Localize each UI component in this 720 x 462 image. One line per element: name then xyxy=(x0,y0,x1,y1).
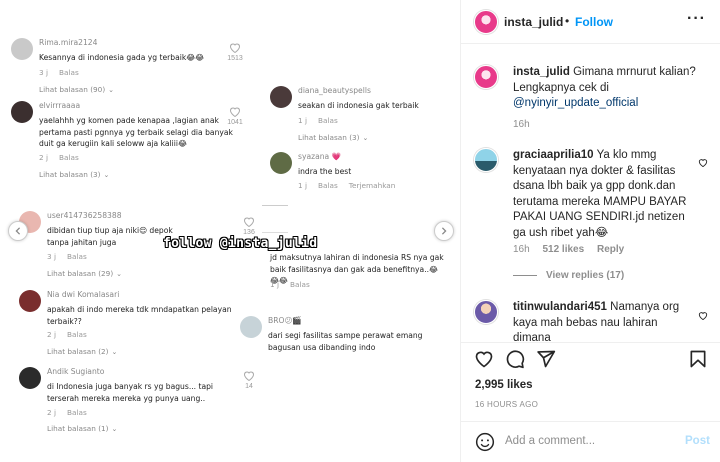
chevron-left-icon xyxy=(15,227,21,235)
caption: insta_julid Gimana mrnurut kalian? Lengk… xyxy=(513,65,708,112)
comment-author: diana_beautyspells xyxy=(298,86,371,95)
media-like-count: 136 xyxy=(239,216,259,236)
post-sidebar: insta_julid • Follow ··· insta_julid Gim… xyxy=(461,0,720,462)
media-like-count: 1041 xyxy=(225,106,245,126)
comment-meta: 1 j Balas xyxy=(270,280,310,289)
view-replies: Lihat balasan (90) xyxy=(39,85,114,94)
avatar xyxy=(270,152,292,174)
caption-avatar[interactable] xyxy=(474,65,498,89)
comment-text: apakah di indo mereka tdk mndapatkan pel… xyxy=(47,305,232,326)
comment-text: dari segi fasilitas sampe perawat emang … xyxy=(268,331,423,352)
comment-author: Nia dwi Komalasari xyxy=(47,290,120,299)
comment-meta: 2 j Balas xyxy=(47,408,87,417)
comment-username[interactable]: graciaaprilia10 xyxy=(513,149,594,161)
comment-avatar[interactable] xyxy=(474,300,498,324)
comment-meta: 16h 512 likes Reply xyxy=(513,244,634,255)
comment-username[interactable]: titinwulandari451 xyxy=(513,301,607,313)
watermark-text: follow @insta_julid xyxy=(163,236,318,251)
post-timestamp: 16 HOURS AGO xyxy=(475,400,539,409)
heart-icon[interactable] xyxy=(698,307,708,325)
avatar xyxy=(240,316,262,338)
comment-author: BRO😕🎬 xyxy=(268,316,302,325)
comment-meta: 1 j Balas Terjemahkan xyxy=(298,181,396,190)
comment-author: elvirrraaaa xyxy=(39,101,81,110)
comment-text: yaelahhh yg komen pade kenapaa ,lagian a… xyxy=(39,116,233,148)
comment: titinwulandari451 Namanya org kaya mah b… xyxy=(513,300,693,342)
media-like-count: 1513 xyxy=(225,42,245,62)
comment-time: 16h xyxy=(513,244,530,255)
caption-username[interactable]: insta_julid xyxy=(513,66,570,78)
comment-text: seakan di indonesia gak terbaik xyxy=(298,101,419,110)
comment-author: Rima.mira2124 xyxy=(39,38,98,47)
comment-author: Andik Sugianto xyxy=(47,367,105,376)
comment-meta: 1 j Balas xyxy=(298,116,338,125)
comment-likes[interactable]: 512 likes xyxy=(542,244,584,255)
divider xyxy=(262,205,288,206)
view-replies: Lihat balasan (2) xyxy=(47,347,117,356)
avatar xyxy=(11,38,33,60)
replies-divider xyxy=(513,275,537,276)
add-comment-input[interactable] xyxy=(505,435,675,447)
view-replies-button[interactable]: View replies (17) xyxy=(546,270,624,281)
comment-meta: 2 j Balas xyxy=(47,330,87,339)
comment-meta: 3 j Balas xyxy=(47,252,87,261)
comments-list: insta_julid Gimana mrnurut kalian? Lengk… xyxy=(461,44,720,342)
avatar xyxy=(270,86,292,108)
emoji-button[interactable] xyxy=(475,432,495,457)
bookmark-icon xyxy=(690,350,706,368)
comment-author: syazana 💗 xyxy=(298,152,342,161)
like-button[interactable] xyxy=(474,349,494,374)
view-replies: Lihat balasan (3) xyxy=(298,133,368,142)
share-icon xyxy=(537,350,556,368)
separator-dot: • xyxy=(565,14,570,28)
view-replies: Lihat balasan (29) xyxy=(47,269,122,278)
post-comment-button[interactable]: Post xyxy=(685,435,710,447)
media-like-count: 14 xyxy=(239,370,259,390)
comment: graciaaprilia10 Ya klo mmg kenyataan nya… xyxy=(513,148,693,241)
comment-text: Ya klo mmg kenyataan nya dokter & fasili… xyxy=(513,149,687,239)
caption-mention-link[interactable]: @nyinyir_update_official xyxy=(513,97,638,109)
comment-meta: 3 j Balas xyxy=(39,68,79,77)
divider xyxy=(262,232,288,233)
chevron-right-icon xyxy=(441,227,447,235)
comment-author: user414736258388 xyxy=(47,211,122,220)
view-replies: Lihat balasan (3) xyxy=(39,170,109,179)
previous-slide-button[interactable] xyxy=(8,221,28,241)
post-media: Rima.mira2124 Kesannya di indonesia gada… xyxy=(0,0,461,462)
avatar xyxy=(19,290,41,312)
more-options-button[interactable]: ··· xyxy=(687,10,706,28)
view-replies: Lihat balasan (1) xyxy=(47,424,117,433)
comment-text: di Indonesia juga banyak rs yg bagus... … xyxy=(47,382,214,403)
follow-button[interactable]: Follow xyxy=(575,15,613,29)
comment-meta: 2 j Balas xyxy=(39,153,79,162)
caption-time: 16h xyxy=(513,119,530,130)
comment-button[interactable] xyxy=(505,349,525,374)
comment-icon xyxy=(506,350,525,369)
avatar xyxy=(19,367,41,389)
comment-text: Kesannya di indonesia gada yg terbaik😂😂 xyxy=(39,53,205,62)
post-header: insta_julid • Follow ··· xyxy=(461,0,720,44)
next-slide-button[interactable] xyxy=(434,221,454,241)
heart-icon[interactable] xyxy=(698,154,708,172)
comment-text: indra the best xyxy=(298,167,352,176)
avatar xyxy=(11,101,33,123)
comment-avatar[interactable] xyxy=(474,148,498,172)
add-comment-bar: Post xyxy=(461,421,720,462)
author-username[interactable]: insta_julid xyxy=(504,15,563,29)
likes-count[interactable]: 2,995 likes xyxy=(475,379,533,391)
emoji-icon xyxy=(475,432,495,452)
action-bar xyxy=(461,342,720,376)
reply-button[interactable]: Reply xyxy=(597,244,624,255)
save-button[interactable] xyxy=(688,349,708,374)
share-button[interactable] xyxy=(536,349,556,374)
author-avatar[interactable] xyxy=(474,10,498,34)
heart-icon xyxy=(475,351,493,368)
